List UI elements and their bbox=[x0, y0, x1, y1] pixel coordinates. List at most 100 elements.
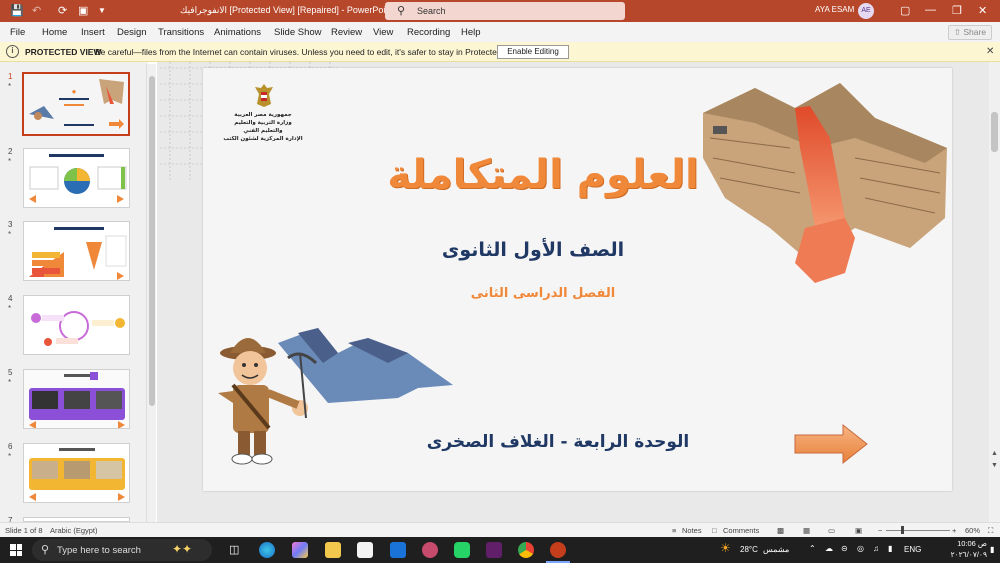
edge-icon[interactable] bbox=[259, 542, 275, 558]
mail-icon[interactable] bbox=[390, 542, 406, 558]
weather-text[interactable]: مشمس bbox=[763, 545, 789, 554]
zoom-out-icon[interactable]: − bbox=[878, 526, 882, 535]
search-icon: ⚲ bbox=[397, 5, 406, 17]
current-slide[interactable]: جمهورية مصر العربية وزارة التربية والتعل… bbox=[203, 68, 952, 491]
volume-icon[interactable]: ♫ bbox=[873, 544, 879, 553]
slide-number: 2 bbox=[8, 147, 13, 156]
tab-animations[interactable]: Animations bbox=[214, 27, 261, 38]
tab-transitions[interactable]: Transitions bbox=[158, 27, 204, 38]
restore-icon[interactable]: ❐ bbox=[952, 4, 962, 17]
tab-file[interactable]: File bbox=[10, 27, 25, 38]
slide-thumbnail-5[interactable] bbox=[23, 369, 130, 429]
tab-recording[interactable]: Recording bbox=[407, 27, 450, 38]
notes-icon[interactable]: ≡ bbox=[672, 526, 676, 535]
start-slideshow-icon[interactable]: ▣ bbox=[78, 4, 88, 17]
slide-number: 5 bbox=[8, 368, 13, 377]
slide-thumbnail-1[interactable]: ● bbox=[22, 72, 130, 136]
zoom-slider[interactable] bbox=[886, 530, 950, 531]
temperature[interactable]: 28°C bbox=[740, 545, 758, 554]
slide-5-preview bbox=[24, 370, 129, 428]
language-indicator[interactable]: Arabic (Egypt) bbox=[50, 526, 98, 535]
powerpoint-icon[interactable] bbox=[550, 542, 566, 558]
thumbnail-scrollbar[interactable] bbox=[146, 64, 156, 522]
slideshow-icon[interactable]: ▣ bbox=[855, 526, 862, 535]
user-name[interactable]: AYA ESAM bbox=[815, 5, 854, 14]
tab-design[interactable]: Design bbox=[117, 27, 147, 38]
file-explorer-icon[interactable] bbox=[325, 542, 341, 558]
weather-sun-icon[interactable]: ☀ bbox=[720, 541, 731, 555]
enable-editing-button[interactable]: Enable Editing bbox=[497, 45, 569, 59]
avatar[interactable]: AE bbox=[858, 3, 874, 19]
next-slide-icon[interactable]: ▼ bbox=[991, 462, 998, 469]
save-icon[interactable]: 💾 bbox=[10, 4, 24, 17]
input-language[interactable]: ENG bbox=[904, 545, 921, 554]
header-line-1: جمهورية مصر العربية bbox=[234, 112, 292, 118]
slide-1-preview: ● bbox=[24, 74, 128, 134]
close-icon[interactable]: ✕ bbox=[978, 4, 987, 17]
tab-insert[interactable]: Insert bbox=[81, 27, 105, 38]
comments-icon[interactable]: □ bbox=[712, 526, 717, 535]
search-box[interactable]: ⚲ Search bbox=[385, 2, 625, 20]
share-button[interactable]: ⇧ Share bbox=[948, 25, 992, 40]
network-icon[interactable]: ⊝ bbox=[841, 544, 848, 553]
undo-icon[interactable]: ↶ bbox=[32, 4, 41, 17]
store-icon[interactable] bbox=[357, 542, 373, 558]
whatsapp-icon[interactable] bbox=[454, 542, 470, 558]
slide-thumbnail-3[interactable] bbox=[23, 221, 130, 281]
onedrive-icon[interactable]: ☁ bbox=[825, 544, 833, 553]
scroll-thumb[interactable] bbox=[149, 76, 155, 406]
normal-view-icon[interactable]: ▩ bbox=[777, 526, 784, 535]
slide-thumbnail-4[interactable] bbox=[23, 295, 130, 355]
fit-slide-icon[interactable]: ⛶ bbox=[988, 526, 993, 536]
animation-star-icon: * bbox=[8, 452, 12, 461]
chrome-icon[interactable] bbox=[518, 542, 534, 558]
tab-review[interactable]: Review bbox=[331, 27, 362, 38]
notes-button[interactable]: Notes bbox=[682, 526, 702, 535]
zoom-slider-thumb[interactable] bbox=[901, 526, 904, 534]
minimize-icon[interactable]: — bbox=[925, 4, 936, 16]
clock-time[interactable]: 10:06 ص bbox=[932, 539, 987, 548]
zoom-in-icon[interactable]: + bbox=[952, 526, 956, 535]
customize-qat-icon[interactable]: ▼ bbox=[98, 6, 106, 15]
battery-icon[interactable]: ▮ bbox=[888, 544, 892, 553]
next-arrow-icon[interactable] bbox=[793, 423, 869, 465]
ribbon-tabs: File Home Insert Design Transitions Anim… bbox=[0, 22, 1000, 42]
taskbar-search[interactable]: ⚲ Type here to search ✦✦ bbox=[32, 539, 212, 561]
search-placeholder: Search bbox=[417, 6, 446, 16]
windows-start-icon[interactable] bbox=[10, 544, 22, 556]
header-line-2: وزارة التربية والتعليم والتعليم الفني bbox=[234, 120, 292, 134]
title-bar: 💾 ↶ ⟳ ▣ ▼ الانفوجرافيك [Protected View] … bbox=[0, 0, 1000, 22]
clock-date[interactable]: ٢٠٢٦/٠٧/٠٩ bbox=[926, 550, 987, 559]
app-icon[interactable] bbox=[422, 542, 438, 558]
reading-view-icon[interactable]: ▭ bbox=[828, 526, 835, 535]
redo-icon[interactable]: ⟳ bbox=[58, 4, 67, 17]
geologist-cartoon-image bbox=[218, 328, 453, 465]
eagle-emblem-icon bbox=[255, 84, 273, 107]
slide-sorter-icon[interactable]: ▦ bbox=[803, 526, 810, 535]
tab-home[interactable]: Home bbox=[42, 27, 67, 38]
slide-counter: Slide 1 of 8 bbox=[5, 526, 43, 535]
slide-number: 3 bbox=[8, 220, 13, 229]
slide-thumbnail-6[interactable] bbox=[23, 443, 130, 503]
ribbon-display-icon[interactable]: ▢ bbox=[900, 4, 910, 17]
slack-icon[interactable] bbox=[486, 542, 502, 558]
zoom-level[interactable]: 60% bbox=[965, 526, 980, 535]
tab-slide-show[interactable]: Slide Show bbox=[274, 27, 322, 38]
shield-icon: i bbox=[6, 45, 19, 58]
previous-slide-icon[interactable]: ▲ bbox=[991, 450, 998, 457]
animation-star-icon: * bbox=[8, 157, 12, 166]
canvas-scrollbar[interactable]: ▲ ▼ bbox=[989, 62, 1000, 522]
tab-help[interactable]: Help bbox=[461, 27, 481, 38]
task-view-icon[interactable]: ◫ bbox=[229, 543, 239, 556]
animation-star-icon: * bbox=[8, 82, 12, 91]
comments-button[interactable]: Comments bbox=[723, 526, 759, 535]
wifi-icon[interactable]: ◎ bbox=[857, 544, 864, 553]
slide-thumbnail-2[interactable] bbox=[23, 148, 130, 208]
copilot-icon[interactable] bbox=[292, 542, 308, 558]
close-icon[interactable]: ✕ bbox=[986, 46, 994, 57]
copilot-sparkle-icon[interactable]: ✦✦ bbox=[172, 542, 192, 556]
show-hidden-icons-icon[interactable]: ⌃ bbox=[809, 544, 816, 553]
notifications-icon[interactable]: ▮ bbox=[990, 545, 994, 554]
scroll-thumb[interactable] bbox=[991, 112, 998, 152]
tab-view[interactable]: View bbox=[373, 27, 393, 38]
